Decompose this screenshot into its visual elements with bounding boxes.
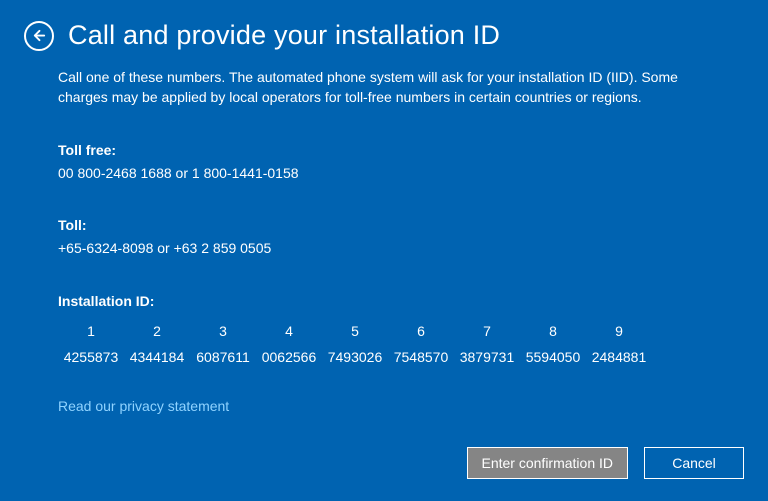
iid-col-header: 9 xyxy=(586,321,652,341)
arrow-left-icon xyxy=(32,28,47,43)
iid-col-value: 0062566 xyxy=(256,347,322,367)
enter-confirmation-id-button[interactable]: Enter confirmation ID xyxy=(467,447,629,479)
iid-col: 2 4344184 xyxy=(124,321,190,368)
instructions-text: Call one of these numbers. The automated… xyxy=(58,67,698,108)
iid-col-header: 7 xyxy=(454,321,520,341)
iid-col-value: 7493026 xyxy=(322,347,388,367)
content: Call one of these numbers. The automated… xyxy=(0,51,768,416)
iid-col-header: 4 xyxy=(256,321,322,341)
iid-col: 9 2484881 xyxy=(586,321,652,368)
installation-id-label: Installation ID: xyxy=(58,291,710,311)
iid-col: 5 7493026 xyxy=(322,321,388,368)
iid-col-header: 2 xyxy=(124,321,190,341)
iid-col-value: 7548570 xyxy=(388,347,454,367)
iid-col-value: 5594050 xyxy=(520,347,586,367)
iid-col: 8 5594050 xyxy=(520,321,586,368)
iid-col: 6 7548570 xyxy=(388,321,454,368)
iid-col-value: 4344184 xyxy=(124,347,190,367)
iid-col-value: 4255873 xyxy=(58,347,124,367)
toll-free-label: Toll free: xyxy=(58,140,710,160)
footer-buttons: Enter confirmation ID Cancel xyxy=(467,447,745,479)
iid-col-header: 3 xyxy=(190,321,256,341)
toll-label: Toll: xyxy=(58,215,710,235)
iid-col-value: 3879731 xyxy=(454,347,520,367)
iid-col-header: 1 xyxy=(58,321,124,341)
toll-free-section: Toll free: 00 800-2468 1688 or 1 800-144… xyxy=(58,140,710,184)
privacy-link[interactable]: Read our privacy statement xyxy=(58,396,229,416)
iid-col: 7 3879731 xyxy=(454,321,520,368)
installation-id-table: 1 4255873 2 4344184 3 6087611 4 0062566 … xyxy=(58,321,710,368)
cancel-button[interactable]: Cancel xyxy=(644,447,744,479)
page-title: Call and provide your installation ID xyxy=(68,20,500,51)
iid-col: 1 4255873 xyxy=(58,321,124,368)
iid-col-value: 2484881 xyxy=(586,347,652,367)
iid-col: 3 6087611 xyxy=(190,321,256,368)
header: Call and provide your installation ID xyxy=(0,0,768,51)
iid-col-header: 6 xyxy=(388,321,454,341)
iid-col-value: 6087611 xyxy=(190,347,256,367)
iid-col-header: 5 xyxy=(322,321,388,341)
toll-section: Toll: +65-6324-8098 or +63 2 859 0505 xyxy=(58,215,710,259)
back-button[interactable] xyxy=(24,21,54,51)
toll-value: +65-6324-8098 or +63 2 859 0505 xyxy=(58,238,710,258)
iid-col: 4 0062566 xyxy=(256,321,322,368)
toll-free-value: 00 800-2468 1688 or 1 800-1441-0158 xyxy=(58,163,710,183)
iid-col-header: 8 xyxy=(520,321,586,341)
